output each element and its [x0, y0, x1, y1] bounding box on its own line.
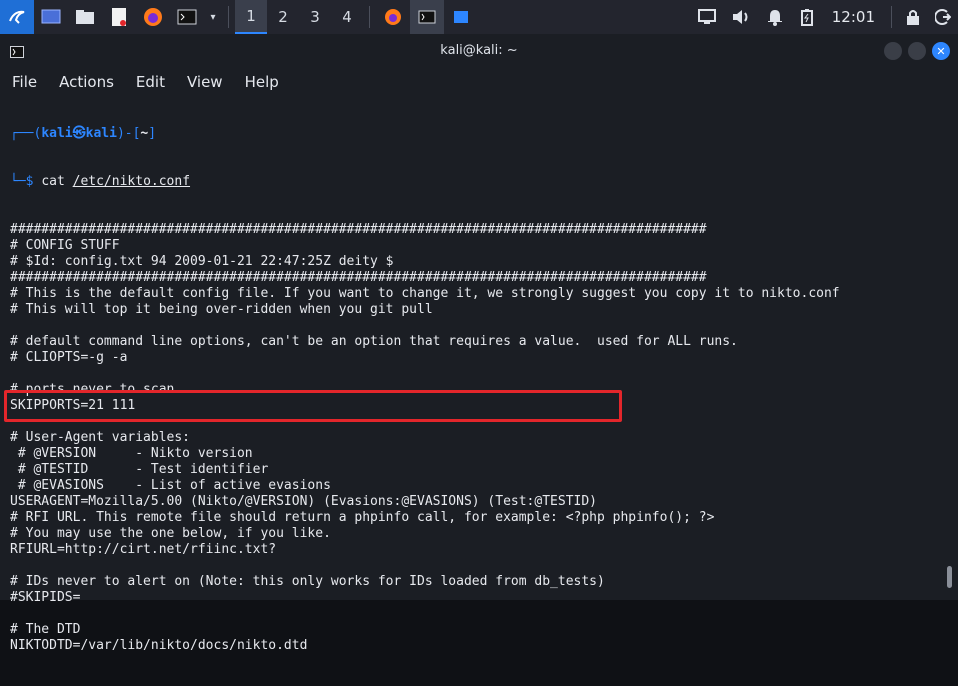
- output-line: # RFI URL. This remote file should retur…: [10, 510, 715, 525]
- terminal-titlebar[interactable]: kali@kali: ~ ✕: [0, 34, 958, 68]
- output-line: # CONFIG STUFF: [10, 238, 120, 253]
- close-button[interactable]: ✕: [932, 42, 950, 60]
- prompt-bar-bottom: └─$: [10, 174, 42, 189]
- output-line: # @EVASIONS - List of active evasions: [10, 478, 331, 493]
- logout-icon: [932, 6, 954, 28]
- app-task[interactable]: [444, 0, 478, 34]
- output-line: # This will top it being over-ridden whe…: [10, 302, 433, 317]
- scrollbar-thumb[interactable]: [947, 566, 952, 588]
- terminal-icon: [176, 6, 198, 28]
- window-title: kali@kali: ~: [440, 43, 518, 58]
- menu-edit[interactable]: Edit: [132, 73, 169, 91]
- system-tray: 12:01: [690, 0, 958, 34]
- output-line: # This is the default config file. If yo…: [10, 286, 840, 301]
- firefox-task-icon: [382, 6, 404, 28]
- output-lines: ########################################…: [10, 222, 938, 654]
- command-line: └─$ cat /etc/nikto.conf: [10, 174, 938, 190]
- terminal-task[interactable]: [410, 0, 444, 34]
- kali-menu-icon: [6, 6, 28, 28]
- volume-button[interactable]: [724, 0, 758, 34]
- kali-menu-button[interactable]: [0, 0, 34, 34]
- command-text: cat: [41, 174, 73, 189]
- firefox-task[interactable]: [376, 0, 410, 34]
- output-line: RFIURL=http://cirt.net/rfiinc.txt?: [10, 542, 277, 557]
- app-task-icon: [450, 6, 472, 28]
- firefox-icon: [142, 6, 164, 28]
- prompt-bar-top: ┌──(: [10, 126, 42, 141]
- terminal-window[interactable]: kali@kali: ~ ✕ File Actions Edit View He…: [0, 34, 958, 653]
- lock-screen-button[interactable]: [898, 0, 928, 34]
- volume-icon: [730, 6, 752, 28]
- menu-help[interactable]: Help: [241, 73, 283, 91]
- display-icon: [696, 6, 718, 28]
- output-line: NIKTODTD=/var/lib/nikto/docs/nikto.dtd: [10, 638, 308, 653]
- prompt-line: ┌──(kali㉿kali)-[~]: [10, 126, 938, 142]
- output-line: # @TESTID - Test identifier: [10, 462, 269, 477]
- chevron-down-icon: ▾: [210, 11, 216, 23]
- menu-actions[interactable]: Actions: [55, 73, 118, 91]
- menu-file[interactable]: File: [8, 73, 41, 91]
- terminal-button[interactable]: [170, 0, 204, 34]
- terminal-task-icon: [416, 6, 438, 28]
- separator: [891, 6, 892, 28]
- notifications-button[interactable]: [758, 0, 792, 34]
- output-line: # @VERSION - Nikto version: [10, 446, 253, 461]
- battery-icon: [796, 6, 818, 28]
- taskbar: ▾ 1 2 3 4 12:01: [0, 0, 958, 34]
- output-line: # CLIOPTS=-g -a: [10, 350, 128, 365]
- window-controls: ✕: [884, 42, 950, 60]
- output-line: # IDs never to alert on (Note: this only…: [10, 574, 605, 589]
- output-line: ########################################…: [10, 222, 707, 237]
- scrollbar[interactable]: [944, 94, 952, 594]
- show-desktop-button[interactable]: [34, 0, 68, 34]
- workspace-4[interactable]: 4: [331, 0, 363, 34]
- output-line: # You may use the one below, if you like…: [10, 526, 331, 541]
- battery-button[interactable]: [792, 0, 822, 34]
- firefox-button[interactable]: [136, 0, 170, 34]
- prompt-mid: )-[: [116, 126, 141, 141]
- minimize-button[interactable]: [884, 42, 902, 60]
- panel-dropdown[interactable]: ▾: [204, 0, 222, 34]
- output-line: # $Id: config.txt 94 2009-01-21 22:47:25…: [10, 254, 394, 269]
- workspace-3[interactable]: 3: [299, 0, 331, 34]
- lock-icon: [902, 6, 924, 28]
- output-line: USERAGENT=Mozilla/5.00 (Nikto/@VERSION) …: [10, 494, 597, 509]
- display-button[interactable]: [690, 0, 724, 34]
- menu-view[interactable]: View: [183, 73, 227, 91]
- output-line: # default command line options, can't be…: [10, 334, 738, 349]
- editor-icon: [108, 6, 130, 28]
- output-line: # The DTD: [10, 622, 81, 637]
- files-button[interactable]: [68, 0, 102, 34]
- workspace-2[interactable]: 2: [267, 0, 299, 34]
- clock[interactable]: 12:01: [822, 8, 885, 26]
- command-path[interactable]: /etc/nikto.conf: [73, 174, 190, 189]
- editor-button[interactable]: [102, 0, 136, 34]
- prompt-user: kali㉿kali: [41, 126, 117, 141]
- maximize-button[interactable]: [908, 42, 926, 60]
- logout-button[interactable]: [928, 0, 958, 34]
- separator: [228, 6, 229, 28]
- output-line: # User-Agent variables:: [10, 430, 191, 445]
- files-icon: [74, 6, 96, 28]
- output-line: ########################################…: [10, 270, 707, 285]
- notifications-icon: [764, 6, 786, 28]
- output-line: #SKIPIDS=: [10, 590, 81, 605]
- useragent-highlight-box: [4, 390, 622, 422]
- desktop-icon: [40, 6, 62, 28]
- workspace-1[interactable]: 1: [235, 0, 267, 34]
- separator: [369, 6, 370, 28]
- prompt-end: ]: [148, 126, 157, 141]
- menubar: File Actions Edit View Help: [0, 68, 958, 96]
